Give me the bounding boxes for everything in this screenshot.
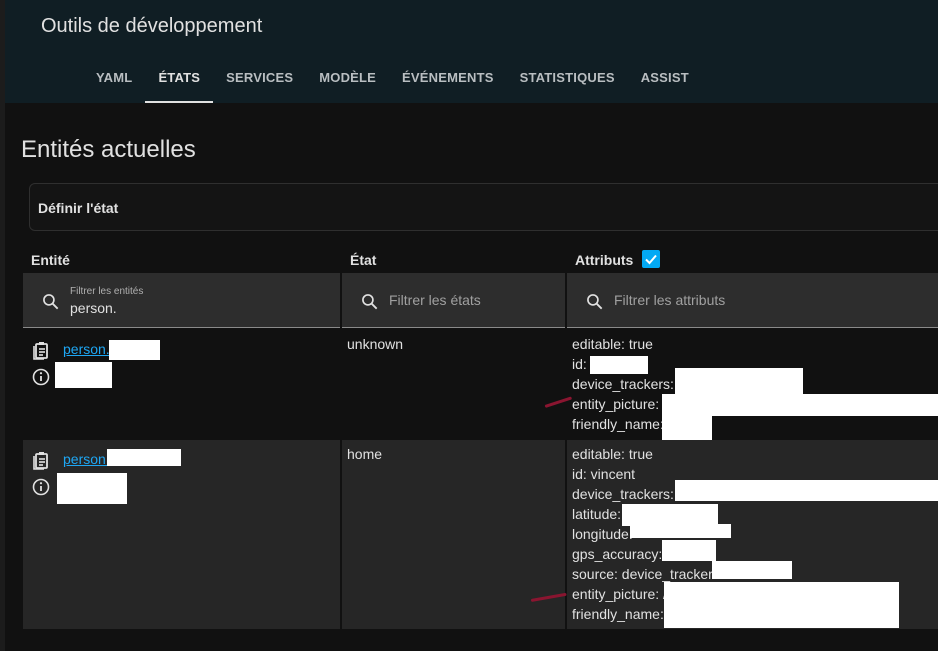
attribute-line: id: vincent [572, 466, 636, 482]
attribute-line: friendly_name: [572, 606, 664, 622]
table-row-attributes-cell: editable: true id: vincent device_tracke… [567, 440, 938, 629]
entity-filter-field[interactable]: Filtrer les entités person. [23, 273, 340, 328]
attributes-checkbox[interactable] [642, 250, 660, 268]
info-icon[interactable] [32, 478, 50, 496]
clipboard-copy-icon[interactable] [32, 450, 50, 470]
attribute-line: device_trackers: [572, 376, 674, 392]
attribute-line: friendly_name: [572, 416, 664, 432]
attribute-line: entity_picture: [572, 396, 660, 412]
table-row-entity-cell: person. [23, 330, 340, 438]
redacted-block [675, 480, 938, 501]
set-state-label: Définir l'état [38, 200, 119, 216]
attribute-line: latitude: [572, 506, 622, 522]
attribute-line: longitude: [572, 526, 633, 542]
redacted-block [675, 368, 803, 394]
redacted-block [662, 416, 712, 443]
column-header-entity: Entité [31, 252, 70, 268]
attribute-line: device_trackers: [572, 486, 674, 502]
redacted-block [622, 504, 718, 526]
redacted-block [630, 524, 731, 538]
state-filter-field[interactable]: Filtrer les états [342, 273, 565, 328]
attributes-filter-field[interactable]: Filtrer les attributs [567, 273, 938, 328]
column-header-state: État [350, 252, 377, 268]
redacted-block [109, 340, 160, 360]
state-value: unknown [347, 336, 404, 352]
table-row-state-cell: unknown [342, 330, 565, 438]
redacted-block [107, 449, 181, 466]
page-title: Outils de développement [41, 15, 263, 37]
attributes-filter-input[interactable]: Filtrer les attributs [614, 292, 725, 308]
state-filter-input[interactable]: Filtrer les états [389, 292, 481, 308]
checkmark-icon [645, 254, 657, 265]
tab-bar: YAML ÉTATS SERVICES MODÈLE ÉVÉNEMENTS ST… [83, 55, 702, 103]
attribute-line: editable: true [572, 446, 653, 462]
redacted-block [662, 540, 716, 561]
table-row-entity-cell: person. [23, 440, 340, 629]
info-icon[interactable] [32, 368, 50, 386]
search-icon [362, 294, 378, 310]
tab-statistics[interactable]: STATISTIQUES [507, 55, 628, 103]
tab-services[interactable]: SERVICES [213, 55, 306, 103]
search-icon [43, 294, 59, 310]
tab-states[interactable]: ÉTATS [145, 55, 213, 103]
table-row-attributes-cell: editable: true id: device_trackers: enti… [567, 330, 938, 443]
redacted-block [662, 394, 938, 416]
tab-assist[interactable]: ASSIST [628, 55, 702, 103]
tab-events[interactable]: ÉVÉNEMENTS [389, 55, 507, 103]
redacted-block [55, 362, 112, 388]
attribute-line: editable: true [572, 336, 653, 352]
redacted-block [590, 356, 648, 374]
entity-link[interactable]: person. [63, 451, 110, 467]
tab-yaml[interactable]: YAML [83, 55, 145, 103]
entity-link[interactable]: person. [63, 341, 110, 357]
tab-template[interactable]: MODÈLE [306, 55, 389, 103]
attribute-line: id: [572, 356, 587, 372]
attribute-line: entity_picture: / [572, 586, 667, 602]
clipboard-copy-icon[interactable] [32, 340, 50, 360]
redacted-block [712, 561, 792, 579]
column-header-attributes: Attributs [575, 252, 634, 268]
section-title: Entités actuelles [21, 136, 196, 163]
entity-filter-label: Filtrer les entités [70, 286, 144, 297]
set-state-expander[interactable]: Définir l'état [29, 183, 938, 231]
state-value: home [347, 446, 383, 462]
search-icon [587, 294, 603, 310]
attribute-line: gps_accuracy: [572, 546, 663, 562]
redacted-block [664, 582, 899, 628]
redacted-block [57, 473, 127, 504]
attribute-line: source: device_tracker. [572, 566, 716, 582]
entity-filter-input[interactable]: person. [70, 300, 117, 316]
app-toolbar: Outils de développement YAML ÉTATS SERVI… [5, 0, 938, 103]
